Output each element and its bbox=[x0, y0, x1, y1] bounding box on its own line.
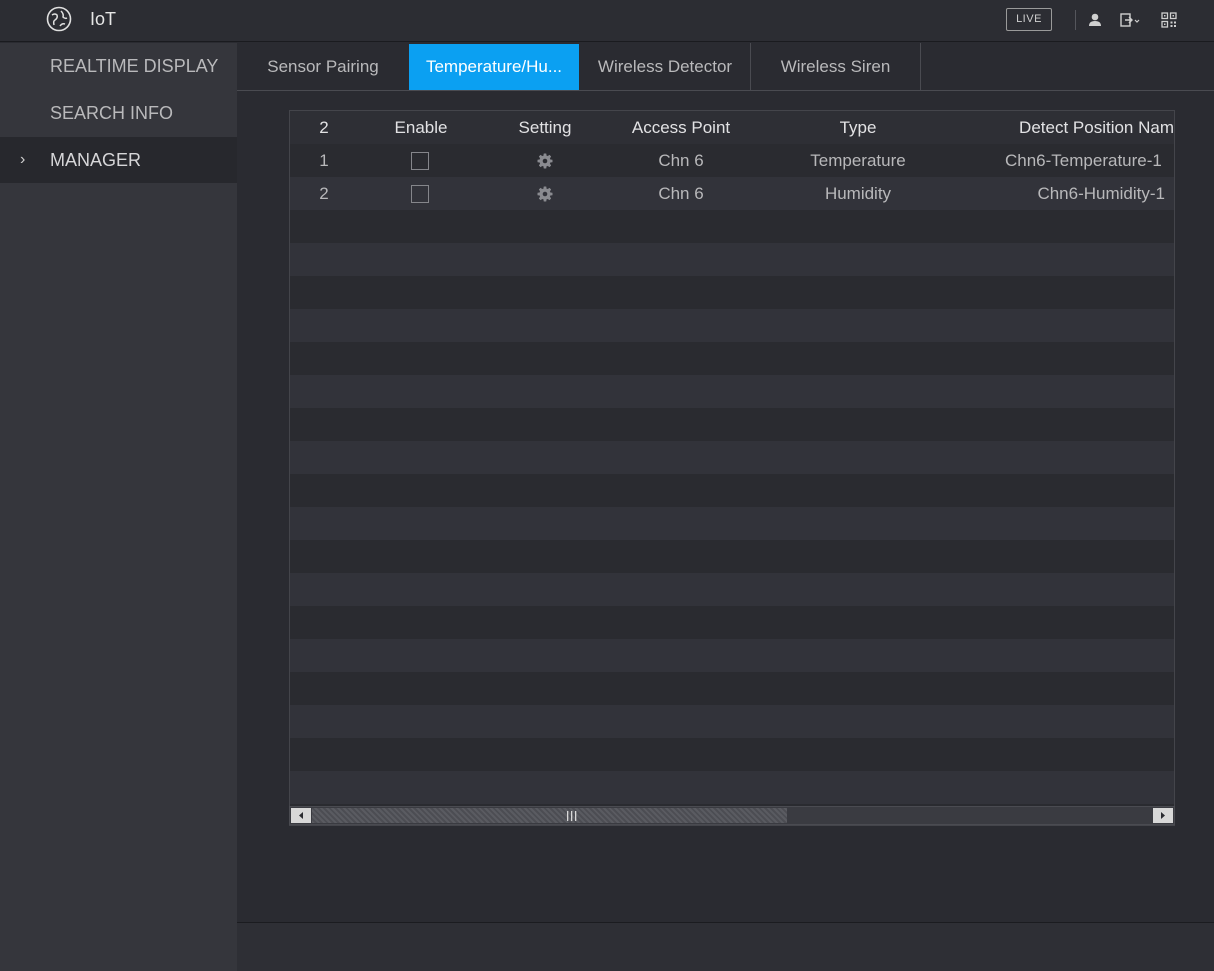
live-button[interactable]: LIVE bbox=[1006, 8, 1052, 31]
empty-row bbox=[290, 606, 1174, 639]
empty-row bbox=[290, 309, 1174, 342]
arrow-left-icon bbox=[299, 812, 303, 819]
access-point-cell: Chn 6 bbox=[658, 151, 704, 170]
app-title: IoT bbox=[90, 9, 117, 29]
table-row[interactable]: 2 Chn 6 Humidity Chn6-Humidity-1 bbox=[290, 177, 1174, 210]
access-point-cell: Chn 6 bbox=[658, 184, 704, 203]
empty-row bbox=[290, 408, 1174, 441]
column-count-header: 2 bbox=[319, 118, 329, 137]
empty-row bbox=[290, 738, 1174, 771]
table-header: 2 Enable Setting Access Point Type Detec… bbox=[290, 111, 1174, 144]
qr-code-icon[interactable] bbox=[1160, 11, 1178, 29]
empty-row bbox=[290, 375, 1174, 408]
sidebar-item-label: REALTIME DISPLAY bbox=[50, 56, 219, 76]
empty-row bbox=[290, 639, 1174, 672]
column-enable-header: Enable bbox=[394, 118, 448, 137]
empty-row bbox=[290, 705, 1174, 738]
row-index: 1 bbox=[319, 151, 329, 170]
enable-checkbox[interactable] bbox=[411, 185, 429, 203]
table-row[interactable]: 1 Chn 6 Temperature Chn6-Temperature-1 bbox=[290, 144, 1174, 177]
sidebar-item-manager[interactable]: › MANAGER bbox=[0, 137, 237, 183]
scroll-left-button[interactable] bbox=[291, 808, 311, 823]
row-index: 2 bbox=[319, 184, 329, 203]
empty-row bbox=[290, 771, 1174, 804]
sidebar-item-realtime-display[interactable]: REALTIME DISPLAY bbox=[0, 43, 237, 89]
column-setting-header: Setting bbox=[518, 118, 572, 137]
empty-row bbox=[290, 474, 1174, 507]
empty-row bbox=[290, 441, 1174, 474]
empty-row bbox=[290, 507, 1174, 540]
arrow-right-icon bbox=[1161, 812, 1165, 819]
gear-icon[interactable] bbox=[536, 185, 554, 203]
sidebar: REALTIME DISPLAY SEARCH INFO › MANAGER bbox=[0, 43, 237, 971]
tab-wireless-siren[interactable]: Wireless Siren bbox=[751, 43, 920, 90]
empty-row bbox=[290, 540, 1174, 573]
chevron-right-icon: › bbox=[20, 151, 26, 168]
tab-divider bbox=[920, 43, 921, 90]
empty-row bbox=[290, 243, 1174, 276]
sidebar-item-label: MANAGER bbox=[50, 150, 142, 170]
column-type-header: Type bbox=[839, 118, 877, 137]
divider bbox=[1075, 10, 1076, 30]
grip-icon bbox=[567, 811, 577, 821]
empty-row bbox=[290, 342, 1174, 375]
sidebar-item-label: SEARCH INFO bbox=[50, 103, 174, 123]
globe-icon bbox=[46, 6, 72, 32]
tab-wireless-detector[interactable]: Wireless Detector bbox=[580, 43, 750, 90]
sensor-table: 2 Enable Setting Access Point Type Detec… bbox=[289, 110, 1175, 826]
type-cell: Humidity bbox=[824, 184, 892, 203]
empty-row bbox=[290, 672, 1174, 705]
detect-position-cell: Chn6-Temperature-1 bbox=[1005, 151, 1162, 170]
logout-icon[interactable] bbox=[1119, 11, 1141, 29]
top-bar: IoT LIVE bbox=[0, 0, 1214, 42]
enable-checkbox[interactable] bbox=[411, 152, 429, 170]
tab-bar: Sensor Pairing Temperature/Hu... Wireles… bbox=[237, 43, 1214, 91]
empty-row bbox=[290, 573, 1174, 606]
user-icon[interactable] bbox=[1086, 11, 1104, 29]
column-access-point-header: Access Point bbox=[631, 118, 731, 137]
scrollbar-thumb[interactable] bbox=[312, 808, 787, 823]
horizontal-scrollbar[interactable] bbox=[289, 806, 1175, 825]
gear-icon[interactable] bbox=[536, 152, 554, 170]
column-detect-position-header: Detect Position Nam bbox=[1019, 118, 1174, 137]
type-cell: Temperature bbox=[810, 151, 906, 170]
sidebar-item-search-info[interactable]: SEARCH INFO bbox=[0, 90, 237, 136]
empty-row bbox=[290, 210, 1174, 243]
empty-row bbox=[290, 276, 1174, 309]
tab-sensor-pairing[interactable]: Sensor Pairing bbox=[247, 43, 399, 90]
scroll-right-button[interactable] bbox=[1153, 808, 1173, 823]
bottom-bar bbox=[237, 922, 1214, 971]
detect-position-cell: Chn6-Humidity-1 bbox=[1037, 184, 1165, 203]
tab-temperature-humidity[interactable]: Temperature/Hu... bbox=[409, 44, 579, 90]
